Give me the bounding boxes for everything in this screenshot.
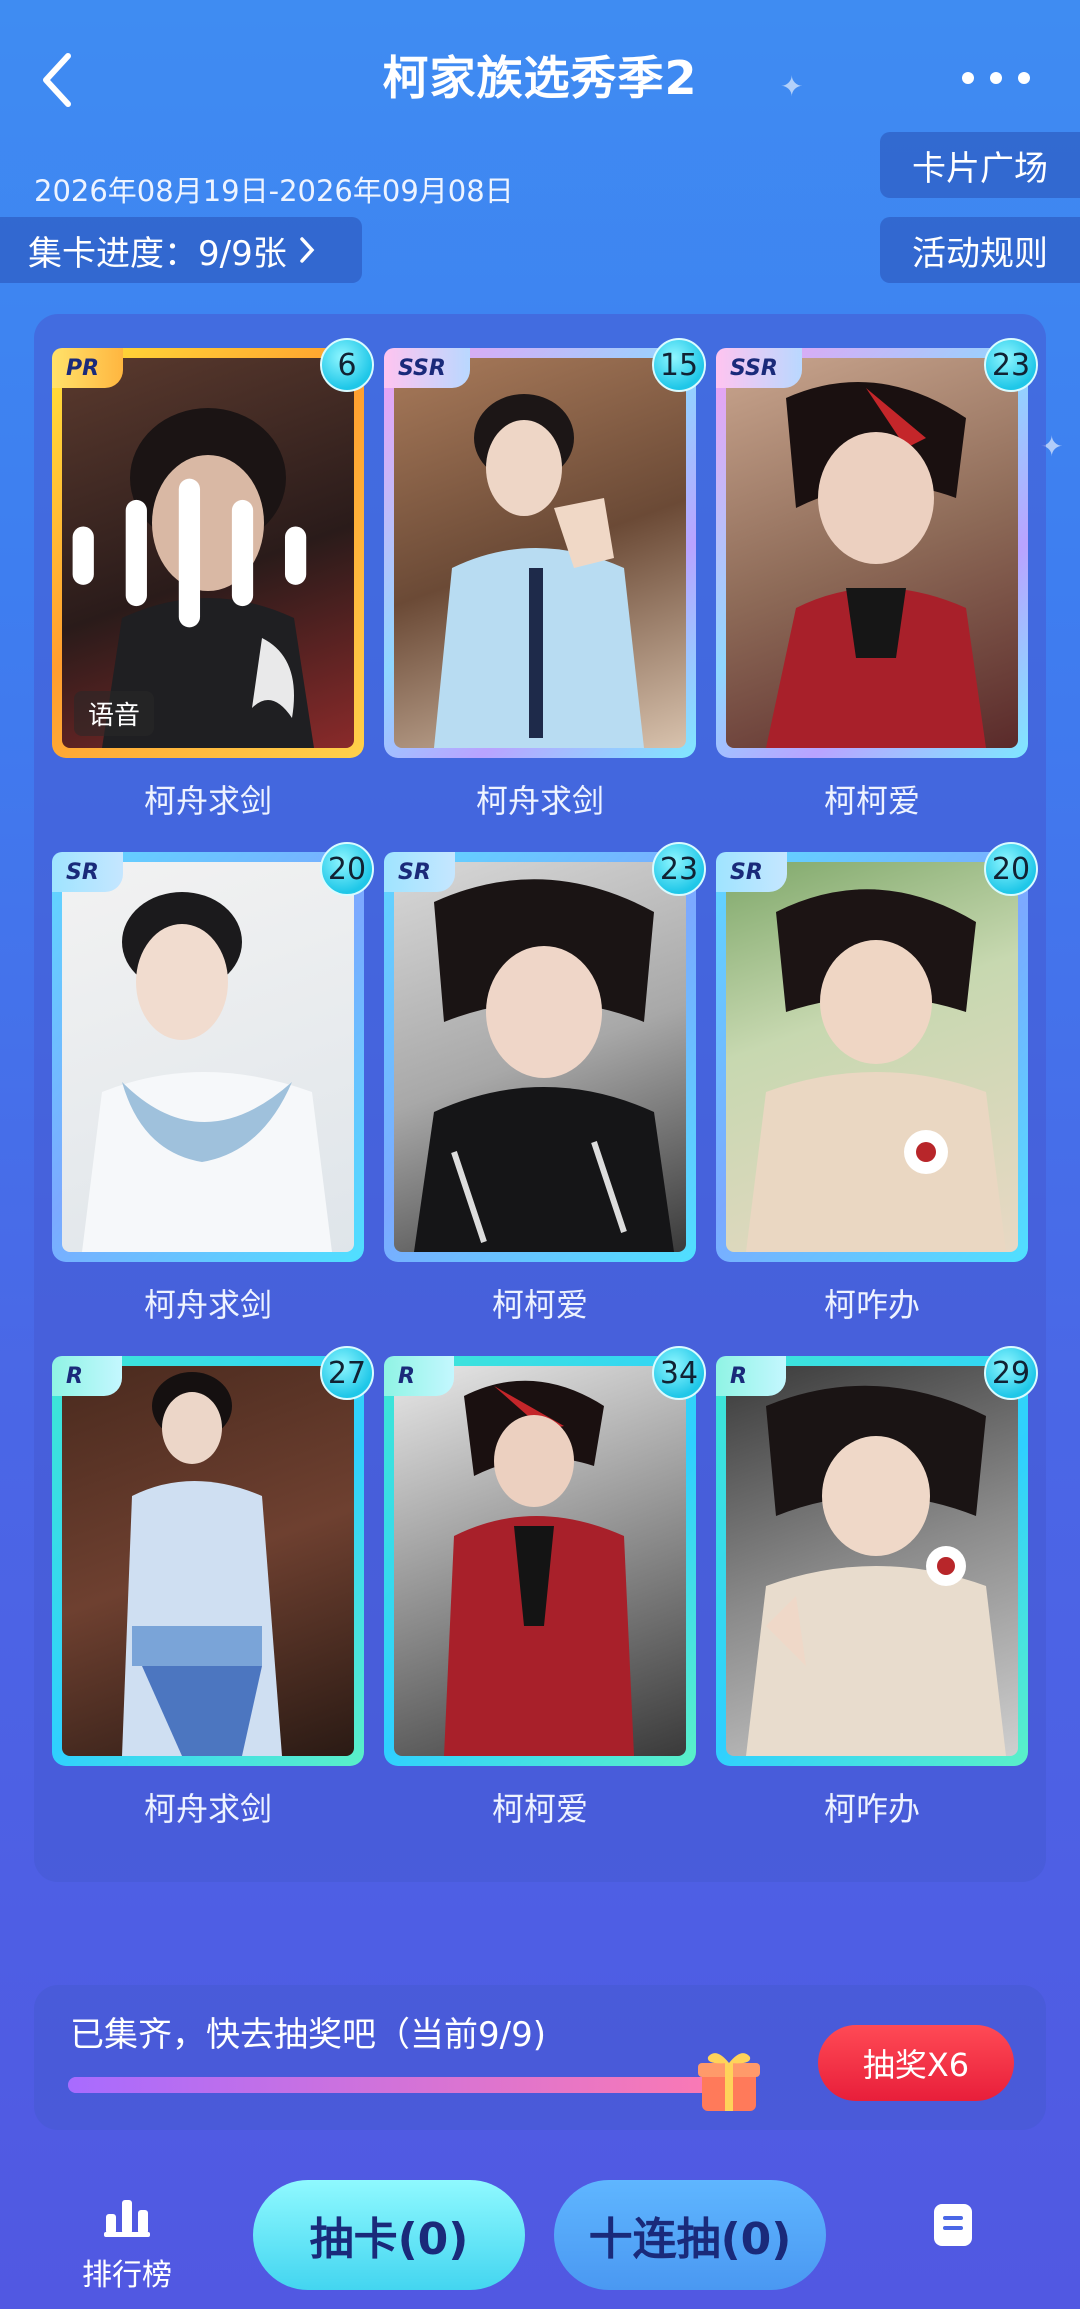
- card-name: 柯舟求剑: [143, 782, 272, 820]
- voice-tag[interactable]: 语音: [74, 691, 155, 736]
- card-item[interactable]: R 29: [716, 1346, 1038, 1766]
- lottery-progress-bar: [68, 2077, 748, 2093]
- card-item[interactable]: R 34: [384, 1346, 706, 1766]
- portrait-image: [444, 1380, 634, 1756]
- card-item[interactable]: SSR 23: [716, 338, 1038, 758]
- lottery-panel: 已集齐，快去抽奖吧（当前9/9) 抽奖X6: [34, 1985, 1046, 2130]
- voice-wave-icon: [72, 478, 307, 628]
- progress-label: 集卡进度：9/9张: [28, 233, 287, 274]
- sparkle-decor: ✦: [780, 70, 804, 103]
- more-button[interactable]: [956, 58, 1036, 98]
- card-name: 柯咋办: [823, 1790, 920, 1828]
- card-photo: [726, 862, 1018, 1252]
- card-name: 柯柯爱: [491, 1790, 588, 1828]
- rarity-tag: PR: [52, 348, 124, 388]
- portrait-image: [746, 889, 1006, 1252]
- card-photo: [394, 358, 686, 748]
- count-badge: 20: [984, 842, 1038, 896]
- rarity-tag: SR: [716, 852, 787, 892]
- rarity-tag: SR: [384, 852, 455, 892]
- card-item[interactable]: SSR 15: [384, 338, 706, 758]
- rarity-tag: SR: [52, 852, 123, 892]
- rarity-tag: R: [384, 1356, 454, 1396]
- leaderboard-icon: [104, 2200, 150, 2237]
- leaderboard-label: 排行榜: [82, 2258, 172, 2293]
- card-name: 柯舟求剑: [143, 1790, 272, 1828]
- card-photo: [726, 1366, 1018, 1756]
- ten-draw-button[interactable]: 十连抽(0): [554, 2180, 826, 2290]
- lottery-progress-fill: [68, 2077, 748, 2093]
- rarity-tag: SSR: [384, 348, 470, 388]
- count-badge: 27: [320, 1346, 374, 1400]
- bottom-bar: 排行榜 抽卡(0) 十连抽(0): [0, 2170, 1080, 2309]
- leaderboard-button[interactable]: 排行榜: [72, 2198, 182, 2294]
- more-dots-icon: [962, 72, 1030, 84]
- card-photo: [62, 862, 354, 1252]
- portrait-image: [746, 1385, 1006, 1756]
- count-badge: 29: [984, 1346, 1038, 1400]
- card-item[interactable]: SR 20: [716, 842, 1038, 1262]
- chevron-right-icon: [299, 237, 315, 263]
- lottery-button[interactable]: 抽奖X6: [818, 2025, 1014, 2101]
- card-photo: [62, 1366, 354, 1756]
- card-item[interactable]: 语音 PR 6: [52, 338, 374, 758]
- page-title: 柯家族选秀季2: [382, 51, 698, 105]
- count-badge: 34: [652, 1346, 706, 1400]
- card-item[interactable]: SR 20: [52, 842, 374, 1262]
- rarity-tag: R: [52, 1356, 122, 1396]
- count-badge: 23: [652, 842, 706, 896]
- portrait-image: [414, 879, 674, 1252]
- card-name: 柯柯爱: [491, 1286, 588, 1324]
- card-photo: 语音: [62, 358, 354, 748]
- card-grid: 语音 PR 6 柯舟求剑 SSR 15 柯舟求剑 SSR 23 柯柯爱 SR 2…: [34, 314, 1046, 1882]
- rarity-tag: SSR: [716, 348, 802, 388]
- portrait-image: [122, 1372, 282, 1756]
- card-name: 柯舟求剑: [143, 1286, 272, 1324]
- gift-icon: [698, 2053, 760, 2111]
- notes-button[interactable]: [930, 2200, 976, 2250]
- count-badge: 20: [320, 842, 374, 896]
- portrait-image: [766, 382, 986, 748]
- card-progress-button[interactable]: 集卡进度：9/9张: [0, 217, 362, 283]
- rules-button[interactable]: 活动规则: [880, 217, 1080, 283]
- lottery-status-text: 已集齐，快去抽奖吧（当前9/9): [70, 2015, 546, 2055]
- count-badge: 6: [320, 338, 374, 392]
- card-name: 柯咋办: [823, 1286, 920, 1324]
- card-name: 柯舟求剑: [475, 782, 604, 820]
- portrait-image: [82, 892, 332, 1252]
- card-photo: [394, 1366, 686, 1756]
- count-badge: 15: [652, 338, 706, 392]
- card-plaza-button[interactable]: 卡片广场: [880, 132, 1080, 198]
- card-name: 柯柯爱: [823, 782, 920, 820]
- card-item[interactable]: R 27: [52, 1346, 374, 1766]
- card-photo: [394, 862, 686, 1252]
- count-badge: 23: [984, 338, 1038, 392]
- card-photo: [726, 358, 1018, 748]
- draw-card-button[interactable]: 抽卡(0): [253, 2180, 525, 2290]
- document-icon: [934, 2204, 972, 2246]
- portrait-image: [434, 394, 644, 748]
- rarity-tag: R: [716, 1356, 786, 1396]
- date-range: 2026年08月19日-2026年09月08日: [34, 174, 514, 208]
- card-item[interactable]: SR 23: [384, 842, 706, 1262]
